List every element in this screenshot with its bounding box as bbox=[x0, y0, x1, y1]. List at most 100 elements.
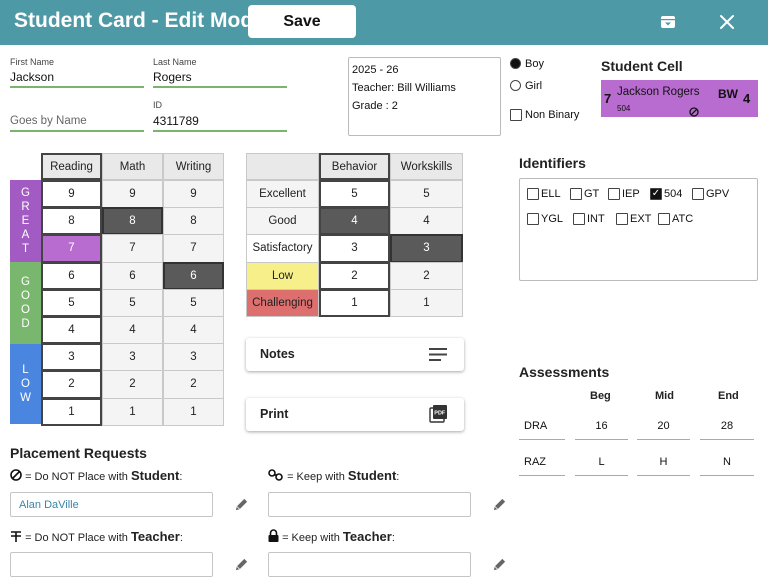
score-cell-behavior-3[interactable]: 3 bbox=[319, 234, 390, 263]
keep-student-input[interactable] bbox=[268, 492, 471, 517]
identifier-label-gt: GT bbox=[584, 188, 600, 200]
assessment-divider bbox=[519, 439, 565, 440]
score-cell-writing-6[interactable]: 6 bbox=[163, 261, 224, 290]
score-cell-writing-9[interactable]: 9 bbox=[163, 180, 224, 209]
col-header-workskills: Workskills bbox=[390, 153, 463, 180]
score-cell-math-3[interactable]: 3 bbox=[102, 343, 163, 372]
close-icon[interactable] bbox=[715, 10, 739, 34]
assessment-score-raz-beg[interactable]: L bbox=[575, 456, 628, 468]
id-field[interactable]: 4311789 bbox=[153, 114, 199, 128]
score-cell-reading-5[interactable]: 5 bbox=[41, 288, 102, 317]
cell-level-left: 7 bbox=[604, 91, 612, 106]
behavior-level-excellent: Excellent bbox=[246, 180, 319, 209]
score-cell-reading-7[interactable]: 7 bbox=[41, 234, 102, 263]
col-header-math: Math bbox=[102, 153, 163, 180]
score-cell-behavior-5[interactable]: 5 bbox=[319, 180, 390, 209]
identifier-checkbox-gpv[interactable] bbox=[692, 188, 704, 200]
last-name-underline bbox=[153, 86, 287, 88]
edit-pencil-icon[interactable] bbox=[234, 497, 250, 513]
page-title: Student Card - Edit Mode bbox=[14, 9, 265, 32]
save-button[interactable]: Save bbox=[248, 5, 356, 38]
notes-button[interactable]: Notes bbox=[246, 338, 464, 371]
identifier-label-iep: IEP bbox=[622, 188, 640, 200]
score-cell-reading-1[interactable]: 1 bbox=[41, 397, 102, 426]
identifier-checkbox-int[interactable] bbox=[573, 213, 585, 225]
score-cell-reading-4[interactable]: 4 bbox=[41, 316, 102, 345]
lock-icon bbox=[268, 529, 279, 542]
score-cell-workskills-5[interactable]: 5 bbox=[390, 180, 463, 209]
non-binary-label: Non Binary bbox=[525, 109, 580, 121]
score-cell-behavior-1[interactable]: 1 bbox=[319, 288, 390, 317]
col-header-reading: Reading bbox=[41, 153, 102, 180]
edit-pencil-icon[interactable] bbox=[492, 557, 508, 573]
score-cell-math-6[interactable]: 6 bbox=[102, 261, 163, 290]
score-cell-workskills-4[interactable]: 4 bbox=[390, 207, 463, 236]
score-cell-math-8[interactable]: 8 bbox=[102, 207, 163, 236]
score-cell-workskills-3[interactable]: 3 bbox=[390, 234, 463, 263]
assessment-score-raz-end[interactable]: N bbox=[700, 456, 754, 468]
cell-level-right: 4 bbox=[743, 91, 751, 106]
assessment-score-dra-beg[interactable]: 16 bbox=[575, 420, 628, 432]
print-label: Print bbox=[260, 407, 289, 421]
placement-title: Placement Requests bbox=[10, 445, 147, 461]
identifier-checkbox-gt[interactable] bbox=[570, 188, 582, 200]
identifier-checkbox-iep[interactable] bbox=[608, 188, 620, 200]
girl-radio[interactable] bbox=[510, 80, 521, 91]
girl-label: Girl bbox=[525, 80, 543, 92]
behavior-level-satisfactory: Satisfactory bbox=[246, 234, 319, 263]
boy-radio[interactable] bbox=[510, 58, 521, 69]
score-cell-writing-3[interactable]: 3 bbox=[163, 343, 224, 372]
score-cell-math-7[interactable]: 7 bbox=[102, 234, 163, 263]
last-name-field[interactable]: Rogers bbox=[153, 70, 192, 84]
score-cell-reading-8[interactable]: 8 bbox=[41, 207, 102, 236]
identifier-checkbox-ell[interactable] bbox=[527, 188, 539, 200]
score-cell-writing-5[interactable]: 5 bbox=[163, 288, 224, 317]
keep-teacher-input[interactable] bbox=[268, 552, 471, 577]
assessment-score-dra-end[interactable]: 28 bbox=[700, 420, 754, 432]
band-good: GOOD bbox=[10, 262, 41, 344]
edit-pencil-icon[interactable] bbox=[492, 497, 508, 513]
id-label: ID bbox=[153, 100, 162, 110]
identifier-checkbox-ext[interactable] bbox=[616, 213, 628, 225]
score-cell-reading-2[interactable]: 2 bbox=[41, 370, 102, 399]
score-cell-math-2[interactable]: 2 bbox=[102, 370, 163, 399]
identifier-checkbox-504[interactable]: ✓ bbox=[650, 188, 662, 200]
score-cell-math-9[interactable]: 9 bbox=[102, 180, 163, 209]
score-cell-writing-4[interactable]: 4 bbox=[163, 316, 224, 345]
identifier-checkbox-ygl[interactable] bbox=[527, 213, 539, 225]
score-cell-writing-8[interactable]: 8 bbox=[163, 207, 224, 236]
score-cell-writing-7[interactable]: 7 bbox=[163, 234, 224, 263]
edit-pencil-icon[interactable] bbox=[234, 557, 250, 573]
score-cell-reading-3[interactable]: 3 bbox=[41, 343, 102, 372]
identifier-checkbox-atc[interactable] bbox=[658, 213, 670, 225]
non-binary-checkbox[interactable] bbox=[510, 109, 522, 121]
score-cell-behavior-4[interactable]: 4 bbox=[319, 207, 390, 236]
score-cell-math-5[interactable]: 5 bbox=[102, 288, 163, 317]
score-cell-reading-6[interactable]: 6 bbox=[41, 261, 102, 290]
archive-icon[interactable] bbox=[656, 10, 680, 34]
score-cell-math-1[interactable]: 1 bbox=[102, 397, 163, 426]
print-button[interactable]: Print PDF bbox=[246, 398, 464, 431]
goes-by-underline bbox=[10, 130, 144, 132]
assessment-score-dra-mid[interactable]: 20 bbox=[637, 420, 690, 432]
first-name-field[interactable]: Jackson bbox=[10, 70, 54, 84]
student-cell-title: Student Cell bbox=[601, 58, 683, 74]
no-teacher-icon bbox=[11, 531, 21, 542]
score-cell-workskills-2[interactable]: 2 bbox=[390, 261, 463, 290]
class-info-box: 2025 - 26 Teacher: Bill Williams Grade :… bbox=[348, 57, 501, 136]
score-cell-workskills-1[interactable]: 1 bbox=[390, 288, 463, 317]
no-teacher-input[interactable] bbox=[10, 552, 213, 577]
behavior-level-good: Good bbox=[246, 207, 319, 236]
no-student-value: Alan DaVille bbox=[19, 499, 79, 511]
notes-label: Notes bbox=[260, 347, 295, 361]
identifier-label-atc: ATC bbox=[672, 213, 694, 225]
score-cell-writing-2[interactable]: 2 bbox=[163, 370, 224, 399]
keep-teacher-label: = Keep with Teacher: bbox=[268, 529, 395, 544]
score-cell-reading-9[interactable]: 9 bbox=[41, 180, 102, 209]
score-cell-writing-1[interactable]: 1 bbox=[163, 397, 224, 426]
score-cell-behavior-2[interactable]: 2 bbox=[319, 261, 390, 290]
assessment-score-raz-mid[interactable]: H bbox=[637, 456, 690, 468]
score-cell-math-4[interactable]: 4 bbox=[102, 316, 163, 345]
no-student-input[interactable]: Alan DaVille bbox=[10, 492, 213, 517]
goes-by-name-field[interactable]: Goes by Name bbox=[10, 115, 87, 127]
